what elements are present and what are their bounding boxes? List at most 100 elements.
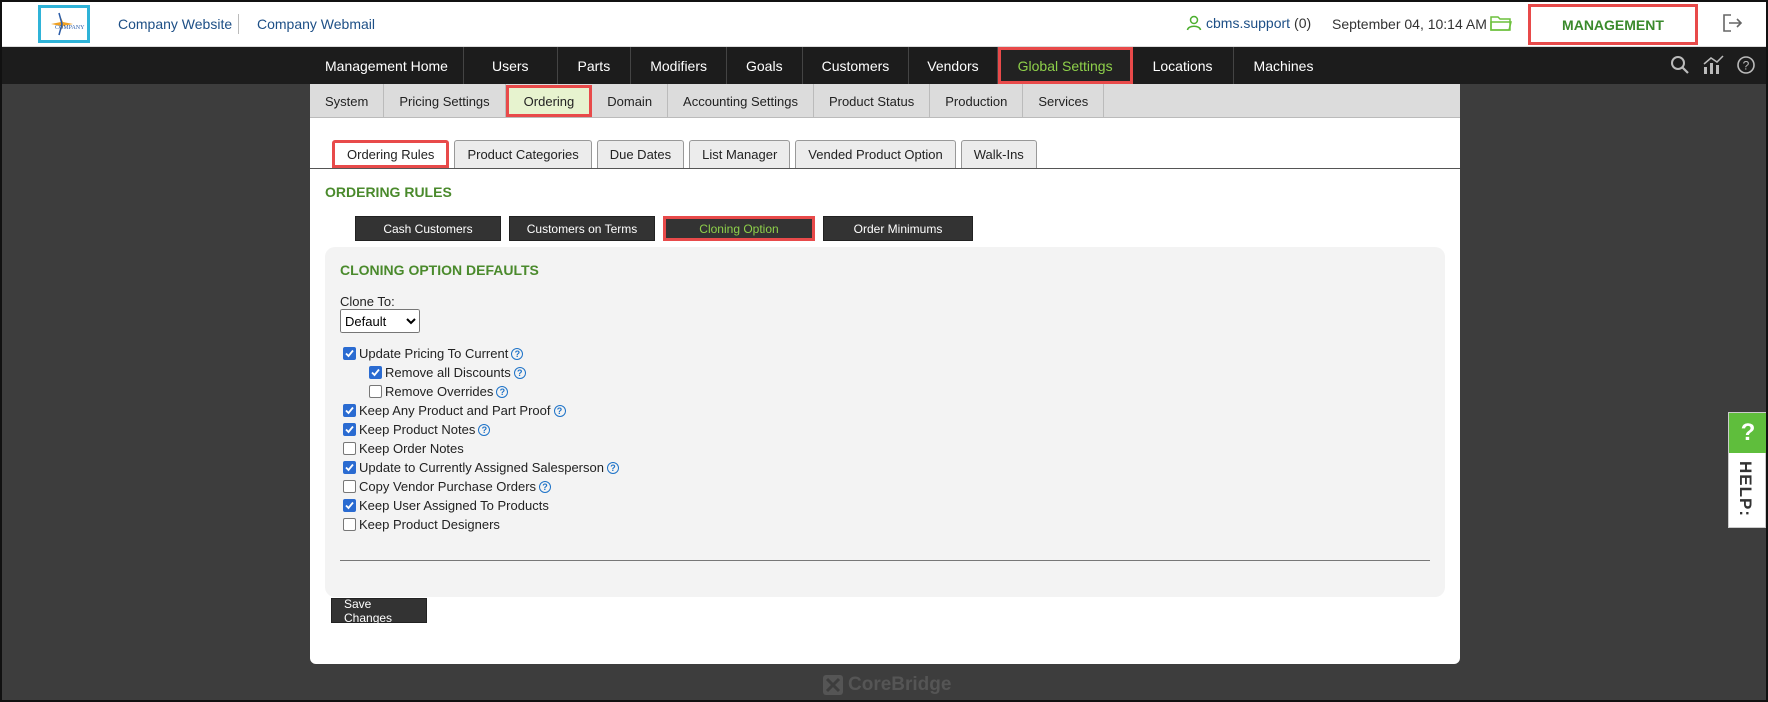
subnav-services[interactable]: Services (1023, 84, 1105, 118)
svg-text:?: ? (1743, 59, 1750, 73)
corebridge-brand: CoreBridge (822, 674, 951, 696)
nav-goals[interactable]: Goals (727, 47, 803, 84)
username: cbms.support (1206, 15, 1291, 31)
clone-option-label: Copy Vendor Purchase Orders (359, 479, 537, 494)
subnav-domain[interactable]: Domain (592, 84, 669, 118)
management-button[interactable]: MANAGEMENT (1528, 4, 1698, 45)
logout-icon[interactable] (1722, 13, 1744, 38)
user-count: (0) (1294, 15, 1312, 31)
checkbox-checked[interactable] (343, 423, 356, 436)
ordering-tabs: Ordering Rules Product Categories Due Da… (332, 140, 1037, 168)
help-info-icon[interactable]: ? (513, 366, 526, 379)
help-info-icon[interactable]: ? (606, 461, 619, 474)
nav-management-home[interactable]: Management Home (310, 47, 464, 84)
checkbox-unchecked[interactable] (343, 480, 356, 493)
clone-option-label: Keep Product Designers (359, 517, 500, 532)
rule-buttons: Cash Customers Customers on Terms Clonin… (355, 216, 973, 241)
brand-text: CoreBridge (848, 674, 952, 695)
clone-to-label: Clone To: (340, 294, 395, 309)
subnav-system[interactable]: System (310, 84, 385, 118)
clone-option-row[interactable]: Copy Vendor Purchase Orders? (343, 477, 619, 496)
cloning-checkbox-list: Update Pricing To Current? Remove all Dis… (343, 344, 619, 534)
order-minimums-button[interactable]: Order Minimums (823, 216, 973, 241)
folder-icon[interactable] (1490, 14, 1512, 37)
clone-option-label: Update to Currently Assigned Salesperson (359, 460, 604, 475)
nav-modifiers[interactable]: Modifiers (631, 47, 727, 84)
current-datetime: September 04, 10:14 AM (1332, 16, 1487, 32)
options-divider (340, 560, 1430, 561)
help-side-tab[interactable]: ? HELP: (1728, 412, 1767, 528)
checkbox-unchecked[interactable] (343, 442, 356, 455)
checkbox-unchecked[interactable] (369, 385, 382, 398)
tab-product-categories[interactable]: Product Categories (454, 140, 592, 168)
company-website-link[interactable]: Company Website (118, 16, 232, 32)
clone-option-row[interactable]: Update Pricing To Current? (343, 344, 619, 363)
search-icon[interactable] (1670, 55, 1690, 75)
checkbox-checked[interactable] (343, 347, 356, 360)
section-title: ORDERING RULES (325, 184, 452, 200)
cloning-defaults-title: CLONING OPTION DEFAULTS (340, 262, 539, 278)
logo-text: COMPANY (55, 25, 85, 31)
tab-vended-product-option[interactable]: Vended Product Option (795, 140, 956, 168)
company-logo[interactable]: COMPANY (38, 5, 90, 43)
logo-star-icon (51, 12, 73, 36)
tab-walk-ins[interactable]: Walk-Ins (960, 140, 1037, 168)
clone-option-label: Keep Product Notes (359, 422, 476, 437)
subnav-product-status[interactable]: Product Status (814, 84, 931, 118)
help-info-icon[interactable]: ? (478, 423, 491, 436)
help-info-icon[interactable]: ? (553, 404, 566, 417)
subnav-pricing-settings[interactable]: Pricing Settings (384, 84, 506, 118)
company-webmail-link[interactable]: Company Webmail (257, 16, 375, 32)
analytics-icon[interactable] (1702, 55, 1724, 75)
header-divider (238, 14, 239, 34)
help-circle-icon[interactable]: ? (1736, 55, 1756, 75)
clone-option-row[interactable]: Update to Currently Assigned Salesperson… (343, 458, 619, 477)
clone-option-row[interactable]: Remove Overrides? (369, 382, 619, 401)
clone-option-label: Update Pricing To Current (359, 346, 509, 361)
user-menu[interactable]: cbms.support (0) (1186, 15, 1311, 31)
clone-option-row[interactable]: Keep Any Product and Part Proof? (343, 401, 619, 420)
checkbox-checked[interactable] (343, 404, 356, 417)
nav-customers[interactable]: Customers (803, 47, 910, 84)
help-info-icon[interactable]: ? (496, 385, 509, 398)
nav-locations[interactable]: Locations (1133, 47, 1234, 84)
nav-vendors[interactable]: Vendors (909, 47, 998, 84)
clone-option-row[interactable]: Keep Product Notes? (343, 420, 619, 439)
tab-due-dates[interactable]: Due Dates (596, 140, 685, 168)
checkbox-checked[interactable] (343, 499, 356, 512)
clone-option-label: Keep Any Product and Part Proof (359, 403, 551, 418)
subnav-production[interactable]: Production (930, 84, 1024, 118)
nav-parts[interactable]: Parts (558, 47, 632, 84)
main-nav: Management Home Users Parts Modifiers Go… (0, 47, 1768, 84)
content-panel: System Pricing Settings Ordering Domain … (310, 84, 1460, 664)
checkbox-unchecked[interactable] (343, 518, 356, 531)
nav-global-settings[interactable]: Global Settings (997, 47, 1133, 84)
clone-option-row[interactable]: Keep User Assigned To Products (343, 496, 619, 515)
clone-option-row[interactable]: Remove all Discounts? (369, 363, 619, 382)
user-icon (1186, 15, 1202, 31)
checkbox-checked[interactable] (343, 461, 356, 474)
help-info-icon[interactable]: ? (539, 480, 552, 493)
tab-ordering-rules[interactable]: Ordering Rules (332, 140, 450, 168)
customers-on-terms-button[interactable]: Customers on Terms (509, 216, 655, 241)
clone-option-label: Keep Order Notes (359, 441, 464, 456)
checkbox-checked[interactable] (369, 366, 382, 379)
nav-machines[interactable]: Machines (1234, 47, 1334, 84)
subnav-ordering[interactable]: Ordering (505, 85, 593, 117)
clone-option-row[interactable]: Keep Order Notes (343, 439, 619, 458)
nav-users[interactable]: Users (464, 47, 558, 84)
help-label: HELP: (1736, 461, 1755, 517)
help-info-icon[interactable]: ? (511, 347, 524, 360)
save-changes-button[interactable]: Save Changes (331, 597, 427, 625)
clone-to-select[interactable]: Default (340, 309, 420, 333)
clone-option-label: Remove Overrides (385, 384, 494, 399)
tab-divider (310, 168, 1460, 169)
subnav-accounting-settings[interactable]: Accounting Settings (668, 84, 814, 118)
tab-list-manager[interactable]: List Manager (689, 140, 791, 168)
corebridge-logo-icon (823, 675, 843, 695)
settings-subnav: System Pricing Settings Ordering Domain … (310, 84, 1460, 118)
cloning-option-button[interactable]: Cloning Option (663, 216, 815, 241)
clone-option-row[interactable]: Keep Product Designers (343, 515, 619, 534)
cash-customers-button[interactable]: Cash Customers (355, 216, 501, 241)
clone-option-label: Keep User Assigned To Products (359, 498, 549, 513)
